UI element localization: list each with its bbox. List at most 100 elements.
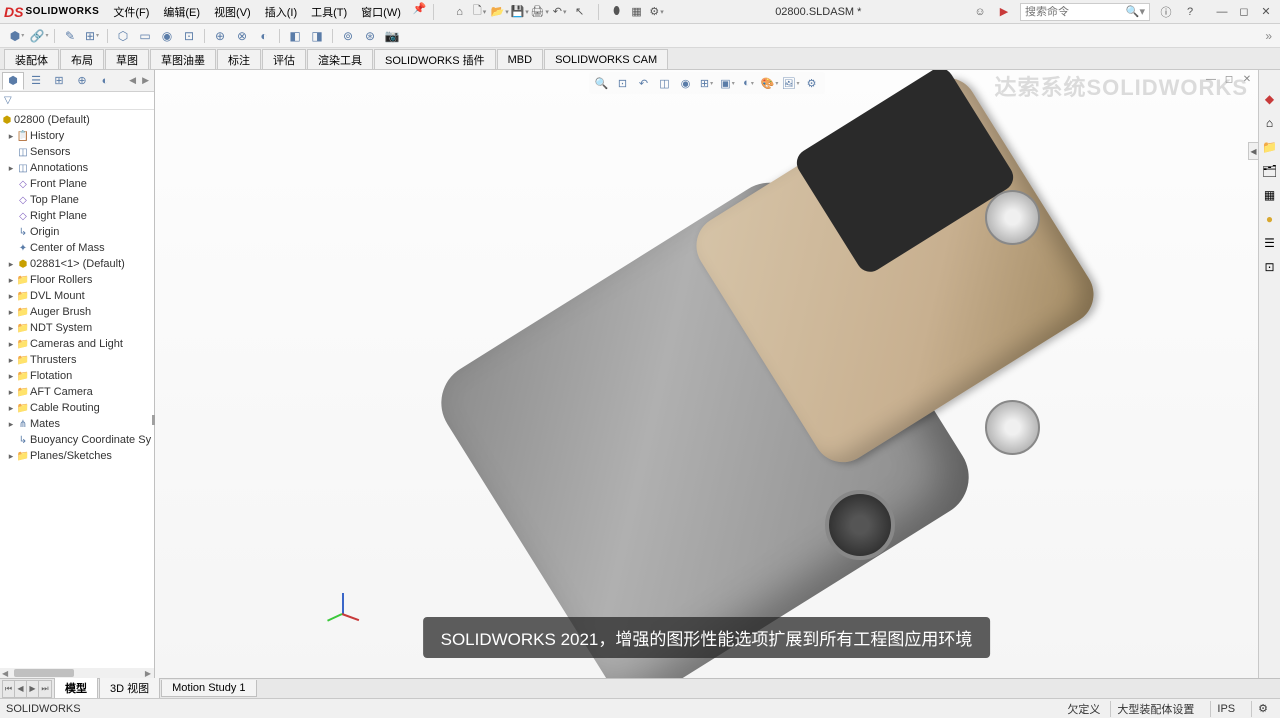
flag-icon[interactable]: ▶ [996,4,1012,20]
section-icon[interactable]: ◫ [656,74,674,92]
tree-item[interactable]: ◇Front Plane [0,176,154,192]
tab-annotate[interactable]: 标注 [217,49,261,69]
zoom-area-icon[interactable]: ⊡ [614,74,632,92]
tp-resources-icon[interactable]: ◆ [1261,90,1279,108]
tree-item[interactable]: ◫Sensors [0,144,154,160]
menu-tools[interactable]: 工具(T) [305,2,353,22]
orientation-triad[interactable] [325,593,365,633]
tab-3dview[interactable]: 3D 视图 [99,678,160,699]
tree-item[interactable]: ▸⋔Mates [0,416,154,432]
tree-expand-icon[interactable]: ▸ [6,387,16,398]
panel-next-icon[interactable]: ▶ [139,75,152,86]
vp-min-icon[interactable]: — [1204,72,1218,86]
feature-tree[interactable]: ⬢ 02800 (Default) ▸📋History◫Sensors▸◫Ann… [0,110,154,668]
qt-tool11-icon[interactable]: ⊛ [361,27,379,45]
tree-item[interactable]: ▸📁Floor Rollers [0,272,154,288]
apply-scene-icon[interactable]: 🖼 [782,74,800,92]
qt-assembly-icon[interactable]: ⬢ [8,27,26,45]
new-icon[interactable]: 🗋 [472,4,488,20]
property-tab-icon[interactable]: ☰ [25,72,47,90]
qt-tool8-icon[interactable]: ◧ [286,27,304,45]
rebuild-icon[interactable]: ⬮ [609,4,625,20]
tab-first-icon[interactable]: ⏮ [3,681,15,697]
tree-item[interactable]: ▸📁Cable Routing [0,400,154,416]
search-icon[interactable]: 🔍▾ [1122,5,1149,18]
open-icon[interactable]: 📂 [492,4,508,20]
tp-design-library-icon[interactable]: 📁 [1261,138,1279,156]
tree-expand-icon[interactable]: ▸ [6,355,16,366]
tab-last-icon[interactable]: ⏭ [39,681,51,697]
print-icon[interactable]: 🖨 [532,4,548,20]
select-icon[interactable]: ↖ [572,4,588,20]
tree-item[interactable]: ▸📁Thrusters [0,352,154,368]
qt-mate-icon[interactable]: 🔗 [30,27,48,45]
help-icon[interactable]: ⓘ [1158,4,1174,20]
zoom-fit-icon[interactable]: 🔍 [593,74,611,92]
tree-item[interactable]: ▸📁DVL Mount [0,288,154,304]
tree-item[interactable]: ▸⬢02881<1> (Default) [0,256,154,272]
panel-prev-icon[interactable]: ◀ [126,75,139,86]
tree-filter[interactable]: ▽ [0,92,154,110]
tp-custom-props-icon[interactable]: ☰ [1261,234,1279,252]
tree-expand-icon[interactable]: ▸ [6,131,16,142]
tree-expand-icon[interactable]: ▸ [6,259,16,270]
qt-tool6-icon[interactable]: ⊗ [233,27,251,45]
taskpane-expand-icon[interactable]: ◀ [1248,142,1258,160]
status-gear-icon[interactable]: ⚙ [1251,701,1274,717]
tree-item[interactable]: ▸📋History [0,128,154,144]
prev-view-icon[interactable]: ↶ [635,74,653,92]
tab-render[interactable]: 渲染工具 [307,49,373,69]
tree-root[interactable]: ⬢ 02800 (Default) [0,112,154,128]
status-large-assembly[interactable]: 大型装配体设置 [1110,701,1200,717]
options-icon[interactable]: ▦ [629,4,645,20]
tab-model[interactable]: 模型 [54,678,98,699]
tab-layout[interactable]: 布局 [60,49,104,69]
qt-tool4-icon[interactable]: ⊡ [180,27,198,45]
tree-expand-icon[interactable]: ▸ [6,339,16,350]
qt-tool1-icon[interactable]: ⬡ [114,27,132,45]
menu-view[interactable]: 视图(V) [208,2,257,22]
smiley-icon[interactable]: ☺ [972,4,988,20]
qt-tool9-icon[interactable]: ◨ [308,27,326,45]
question-icon[interactable]: ? [1182,4,1198,20]
tree-item[interactable]: ✦Center of Mass [0,240,154,256]
tree-item[interactable]: ▸📁AFT Camera [0,384,154,400]
tp-home-icon[interactable]: ⌂ [1261,114,1279,132]
view-orient-icon[interactable]: ⊞ [698,74,716,92]
tab-sketch-ink[interactable]: 草图油墨 [150,49,216,69]
tab-mbd[interactable]: MBD [497,49,543,69]
menu-edit[interactable]: 编辑(E) [157,2,206,22]
tree-item[interactable]: ↳Origin [0,224,154,240]
display-manager-icon[interactable]: ◉ [677,74,695,92]
tree-item[interactable]: ↳Buoyancy Coordinate Sy [0,432,154,448]
hide-show-icon[interactable]: ◐ [740,74,758,92]
tree-expand-icon[interactable]: ▸ [6,163,16,174]
qt-tool7-icon[interactable]: ◐ [255,27,273,45]
tp-file-explorer-icon[interactable]: 🗂 [1261,162,1279,180]
tab-sketch[interactable]: 草图 [105,49,149,69]
tp-appearances-icon[interactable]: ● [1261,210,1279,228]
tree-item[interactable]: ▸📁Flotation [0,368,154,384]
tab-evaluate[interactable]: 评估 [262,49,306,69]
qt-tool5-icon[interactable]: ⊕ [211,27,229,45]
tab-next-icon[interactable]: ▶ [27,681,39,697]
tab-motion-study[interactable]: Motion Study 1 [161,680,256,697]
maximize-button[interactable]: ◻ [1234,3,1254,21]
scroll-right-icon[interactable]: ▶ [142,669,154,678]
feature-tree-tab-icon[interactable]: ⬢ [2,72,24,90]
menu-window[interactable]: 窗口(W) [355,2,407,22]
display-style-icon[interactable]: ▣ [719,74,737,92]
tab-cam[interactable]: SOLIDWORKS CAM [544,49,668,69]
scroll-left-icon[interactable]: ◀ [0,669,10,678]
qt-tool12-icon[interactable]: 📷 [383,27,401,45]
edit-appearance-icon[interactable]: 🎨 [761,74,779,92]
tree-expand-icon[interactable]: ▸ [6,323,16,334]
tp-view-palette-icon[interactable]: ▦ [1261,186,1279,204]
minimize-button[interactable]: — [1212,3,1232,21]
config-tab-icon[interactable]: ⊞ [48,72,70,90]
graphics-viewport[interactable]: 达索系统SOLIDWORKS — ◻ ✕ 🔍 ⊡ ↶ ◫ ◉ ⊞ ▣ ◐ 🎨 🖼… [155,70,1258,678]
close-button[interactable]: ✕ [1256,3,1276,21]
menu-file[interactable]: 文件(F) [107,2,155,22]
tab-prev-icon[interactable]: ◀ [15,681,27,697]
qt-tool10-icon[interactable]: ⊚ [339,27,357,45]
